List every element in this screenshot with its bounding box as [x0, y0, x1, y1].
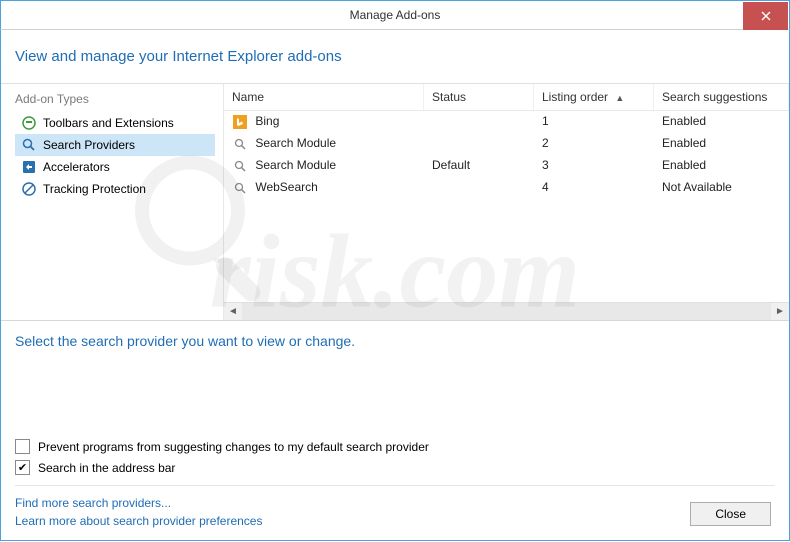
checkbox-prevent-changes[interactable]: Prevent programs from suggesting changes… — [15, 439, 775, 454]
table-header: Name Status Listing order ▲ Search sugge… — [224, 84, 789, 111]
search-provider-icon — [232, 136, 248, 152]
sidebar-item-toolbars[interactable]: Toolbars and Extensions — [15, 112, 215, 134]
content-area: Add-on Types Toolbars and Extensions Sea… — [1, 84, 789, 320]
header-section: View and manage your Internet Explorer a… — [1, 30, 789, 84]
sidebar-item-label: Toolbars and Extensions — [43, 116, 174, 130]
tracking-protection-icon — [21, 181, 37, 197]
window-close-button[interactable] — [743, 2, 788, 30]
sort-up-icon: ▲ — [615, 93, 624, 103]
sidebar: Add-on Types Toolbars and Extensions Sea… — [1, 84, 223, 320]
scroll-track[interactable] — [242, 303, 771, 320]
column-header-status[interactable]: Status — [424, 84, 534, 110]
sidebar-item-label: Accelerators — [43, 160, 110, 174]
table-row[interactable]: Bing 1 Enabled — [224, 111, 789, 133]
table-area: Name Status Listing order ▲ Search sugge… — [223, 84, 789, 320]
sidebar-label: Add-on Types — [15, 92, 223, 106]
sidebar-item-accelerators[interactable]: Accelerators — [15, 156, 215, 178]
footer: Find more search providers... Learn more… — [15, 485, 775, 530]
close-icon — [761, 11, 771, 21]
sidebar-item-label: Tracking Protection — [43, 182, 146, 196]
search-provider-icon — [232, 180, 248, 196]
lower-heading: Select the search provider you want to v… — [15, 333, 775, 349]
learn-more-link[interactable]: Learn more about search provider prefere… — [15, 512, 262, 530]
table-row[interactable]: Search Module Default 3 Enabled — [224, 155, 789, 177]
window-title: Manage Add-ons — [1, 8, 789, 22]
column-header-order[interactable]: Listing order ▲ — [534, 84, 654, 110]
table-row[interactable]: Search Module 2 Enabled — [224, 133, 789, 155]
close-button[interactable]: Close — [690, 502, 771, 526]
scroll-left-icon[interactable]: ◄ — [224, 303, 242, 321]
bing-icon — [232, 114, 248, 130]
main-area: View and manage your Internet Explorer a… — [0, 30, 790, 541]
table-row[interactable]: WebSearch 4 Not Available — [224, 177, 789, 199]
sidebar-item-label: Search Providers — [43, 138, 135, 152]
toolbars-icon — [21, 115, 37, 131]
scroll-right-icon[interactable]: ► — [771, 303, 789, 321]
checkbox-checked-icon[interactable]: ✔ — [15, 460, 30, 475]
lower-section: Select the search provider you want to v… — [1, 320, 789, 540]
checkbox-address-bar[interactable]: ✔ Search in the address bar — [15, 460, 775, 475]
find-more-providers-link[interactable]: Find more search providers... — [15, 494, 262, 512]
checkbox-icon[interactable] — [15, 439, 30, 454]
accelerators-icon — [21, 159, 37, 175]
header-text: View and manage your Internet Explorer a… — [15, 48, 775, 65]
titlebar: Manage Add-ons — [0, 0, 790, 30]
sidebar-item-search-providers[interactable]: Search Providers — [15, 134, 215, 156]
search-provider-icon — [232, 158, 248, 174]
sidebar-item-tracking-protection[interactable]: Tracking Protection — [15, 178, 215, 200]
column-header-name[interactable]: Name — [224, 84, 424, 110]
column-header-suggestions[interactable]: Search suggestions — [654, 84, 789, 110]
table-body: Bing 1 Enabled Search Module 2 Enabled — [224, 111, 789, 302]
horizontal-scrollbar[interactable]: ◄ ► — [224, 302, 789, 320]
footer-links: Find more search providers... Learn more… — [15, 494, 262, 530]
search-icon — [21, 137, 37, 153]
